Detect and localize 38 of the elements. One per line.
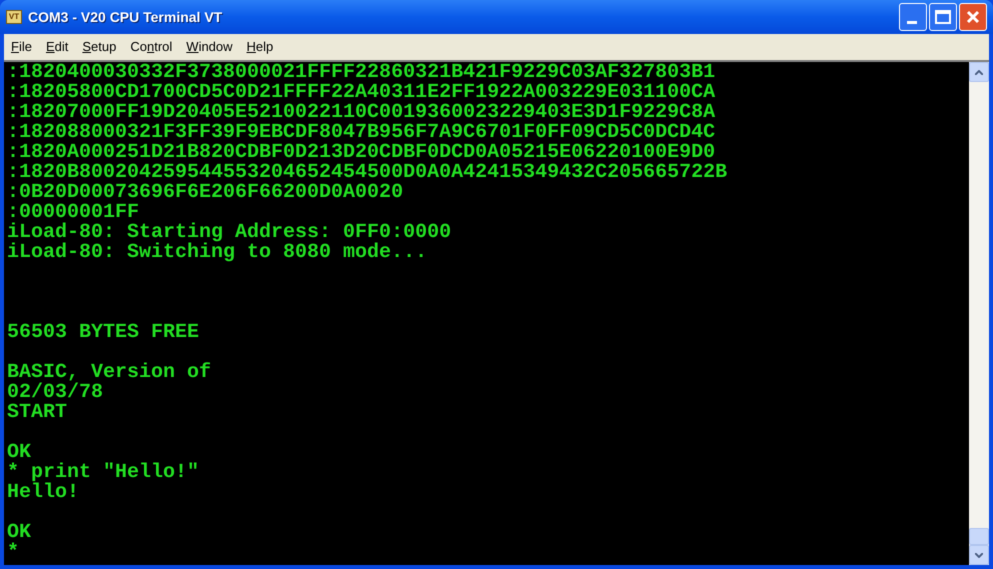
close-button[interactable] [959, 3, 987, 31]
app-icon[interactable]: VT [6, 10, 22, 24]
terminal-line: :18205800CD1700CD5C0D21FFFF22A40311E2FF1922A003229E031100CA [7, 81, 716, 104]
scrollbar[interactable] [969, 62, 989, 565]
menu-item[interactable]: Control [130, 37, 172, 57]
menu-item[interactable]: Edit [46, 37, 68, 57]
terminal-line: * print "Hello!" [7, 461, 200, 484]
terminal-line: :1820B800204259544553204652454500D0A0A42415349432C205665722B [7, 161, 728, 184]
terminal-line: OK [7, 441, 32, 464]
terminal-line: Hello! [7, 481, 80, 504]
caret-down-icon [975, 552, 983, 558]
terminal-line: 56503 BYTES FREE [7, 321, 200, 344]
scroll-thumb[interactable] [969, 528, 989, 545]
terminal-line: :1820A000251D21B820CDBF0D213D20CDBF0DCD0A05215E06220100E9D0 [7, 141, 716, 164]
close-icon [965, 9, 981, 25]
menu-item[interactable]: Help [246, 37, 274, 57]
terminal-line: :0B20D00073696F6E206F66200D0A0020 [7, 181, 404, 204]
terminal-line: :182088000321F3FF39F9EBCDF8047B956F7A9C6701F0FF09CD5C0DCD4C [7, 121, 716, 144]
menu-item[interactable]: Setup [82, 37, 116, 57]
terminal-line: :1820400030332F3738000021FFFF22860321B421F9229C03AF327803B1 [7, 62, 716, 84]
window-title: COM3 - V20 CPU Terminal VT [28, 8, 222, 26]
terminal-line: iLoad-80: Switching to 8080 mode... [7, 241, 428, 264]
terminal-line: START [7, 401, 68, 424]
scroll-up-button[interactable] [969, 62, 989, 82]
terminal-line: :18207000FF19D20405E5210022110C0019360023229403E3D1F9229C8A [7, 101, 716, 124]
scroll-down-button[interactable] [969, 545, 989, 565]
terminal-line: :00000001FF [7, 201, 140, 224]
maximize-button[interactable] [929, 3, 957, 31]
menu-item[interactable]: File [11, 37, 32, 57]
terminal-line: * [7, 541, 20, 564]
caret-up-icon [975, 70, 983, 74]
terminal-line: OK [7, 521, 32, 544]
terminal-line: 02/03/78 [7, 381, 104, 404]
menu-item[interactable]: Window [186, 37, 233, 57]
minimize-button[interactable] [899, 3, 927, 31]
terminal-line: BASIC, Version of [7, 361, 212, 384]
terminal-line: iLoad-80: Starting Address: 0FF0:0000 [7, 221, 452, 244]
terminal-screen[interactable] [4, 62, 969, 565]
